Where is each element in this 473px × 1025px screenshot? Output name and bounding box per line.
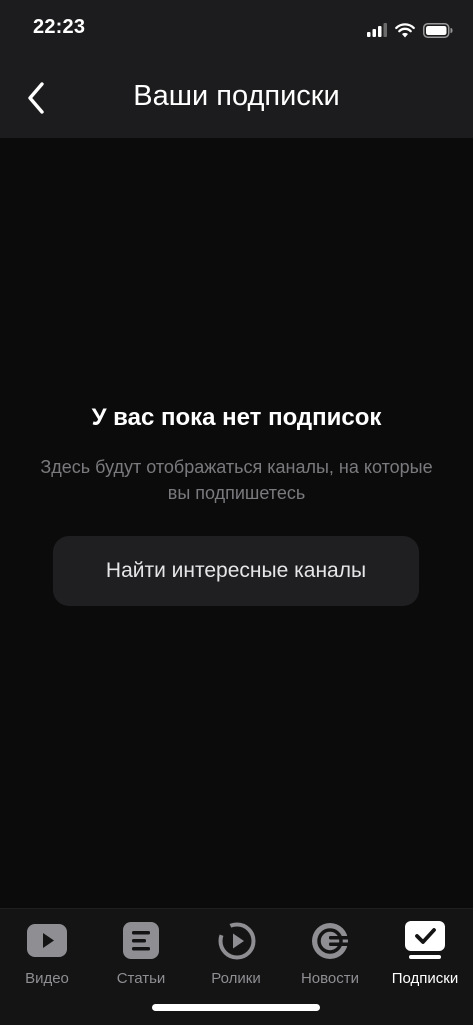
main-content: У вас пока нет подписок Здесь будут отоб… [0, 138, 473, 908]
wifi-icon [395, 22, 415, 37]
tab-subscriptions[interactable]: Подписки [378, 917, 472, 991]
tab-label: Ролики [211, 970, 261, 987]
article-icon [123, 922, 159, 959]
find-channels-button[interactable]: Найти интересные каналы [53, 536, 419, 606]
battery-icon [423, 22, 453, 38]
status-bar: 22:23 [0, 0, 473, 58]
tab-clips[interactable]: Ролики [189, 917, 283, 991]
tab-label: Новости [300, 970, 360, 987]
tab-video[interactable]: Видео [0, 917, 94, 991]
top-area: 22:23 Ваши подписки [0, 0, 473, 138]
page-title: Ваши подписки [133, 80, 340, 112]
tab-label: Статьи [116, 970, 166, 987]
tab-label: Видео [25, 970, 69, 987]
home-indicator [152, 1004, 320, 1011]
empty-state-description: Здесь будут отображаться каналы, на кото… [40, 457, 433, 503]
play-icon [27, 924, 67, 957]
status-time: 22:23 [33, 16, 86, 38]
signal-icon [367, 23, 387, 37]
tab-bar: Видео Статьи Ролики Новости Подписки [0, 908, 473, 1025]
clips-icon [218, 922, 256, 960]
subscriptions-icon [405, 921, 445, 959]
tab-news[interactable]: Новости [283, 917, 377, 991]
status-icons [367, 20, 453, 40]
tab-articles[interactable]: Статьи [94, 917, 188, 991]
empty-state-title: У вас пока нет подписок [91, 404, 382, 431]
news-icon [312, 923, 350, 959]
navigation-bar: Ваши подписки [0, 58, 473, 138]
tab-label: Подписки [391, 970, 459, 987]
